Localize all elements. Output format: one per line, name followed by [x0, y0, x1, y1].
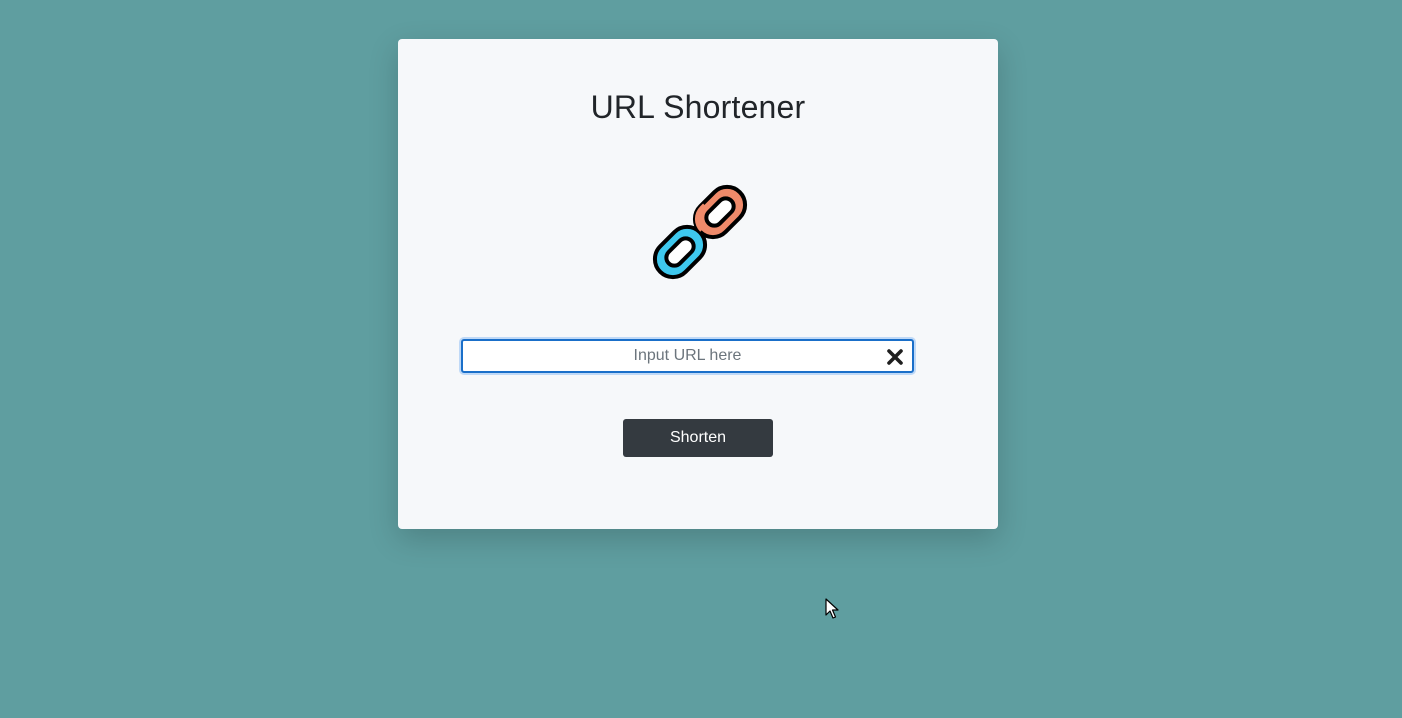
- mouse-cursor-icon: [825, 598, 839, 619]
- page: URL Shortener Shorten: [0, 0, 1402, 718]
- chain-link-icon: [652, 184, 748, 280]
- page-title: URL Shortener: [590, 89, 806, 125]
- close-icon[interactable]: [884, 346, 906, 368]
- url-shortener-card: URL Shortener Shorten: [398, 39, 998, 529]
- shorten-button[interactable]: Shorten: [623, 419, 773, 457]
- url-field: [461, 339, 914, 373]
- url-input[interactable]: [463, 341, 912, 371]
